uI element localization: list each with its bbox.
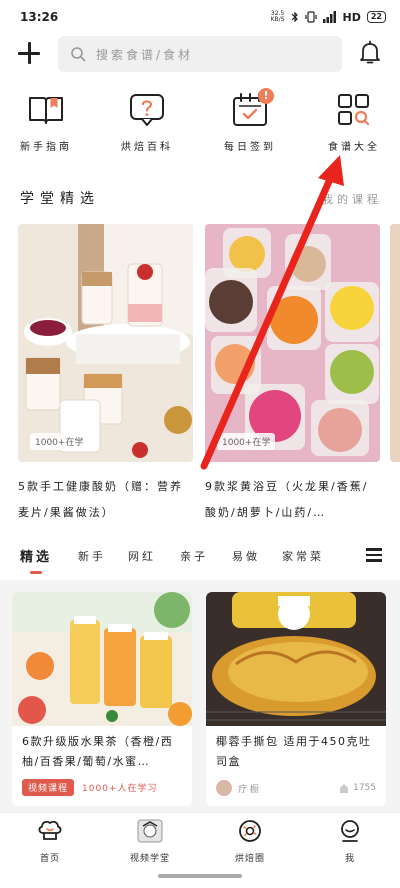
academy-card-image: 1000+在学	[205, 224, 380, 462]
tab-trending[interactable]: 网红	[128, 548, 156, 564]
bottom-nav: 首页 视频学堂 烘焙圈 我	[0, 812, 400, 868]
my-courses-link[interactable]: 我的课程	[322, 191, 382, 207]
grid-search-icon	[338, 94, 370, 126]
donut-icon	[239, 820, 261, 842]
top-bar: 搜索食谱/食材	[0, 34, 400, 74]
feed-card-meta: 视频课程 1000+人在学习	[22, 779, 182, 796]
video-course-tag: 视频课程	[22, 779, 75, 796]
active-tab-indicator	[30, 571, 42, 574]
feed-card-image	[12, 592, 192, 726]
nav-me[interactable]: 我	[310, 819, 390, 864]
nav-label: 我	[344, 854, 355, 864]
academy-card-chocolate[interactable]: 1000+在学 9款浆黄浴豆（火龙果/香蕉/酸奶/胡萝卜/山药/…	[205, 224, 380, 526]
status-bar: 13:26 32.5 KB/S HD 22	[0, 0, 400, 34]
home-indicator[interactable]	[158, 874, 242, 878]
quick-entry-beginner-guide[interactable]: 新手指南	[6, 90, 86, 153]
category-tabs: 精选 新手 网红 亲子 易做 家常菜	[0, 540, 400, 580]
academy-card-partial[interactable]	[390, 224, 400, 462]
status-icons: 32.5 KB/S HD 22	[271, 11, 386, 24]
quick-entry-baking-wiki[interactable]: 烘焙百科	[107, 90, 187, 153]
nav-home[interactable]: 首页	[10, 819, 90, 864]
nav-label: 首页	[39, 854, 60, 864]
bell-icon[interactable]	[358, 40, 382, 66]
search-placeholder: 搜索食谱/食材	[96, 47, 194, 62]
feed-card-title: 椰蓉手撕包 适用于450克吐司盒	[216, 735, 372, 768]
bluetooth-icon	[291, 11, 298, 23]
feed-card-coconut-bread[interactable]: 椰蓉手撕包 适用于450克吐司盒 疗 橱 1755	[206, 592, 386, 806]
add-button[interactable]	[16, 40, 42, 66]
quick-entry-label: 食谱大全	[328, 142, 380, 153]
academy-card-title: 5款手工健康酸奶（赠：营养麦片/果酱做法）	[18, 480, 183, 519]
search-icon	[71, 47, 86, 62]
signal-icon	[322, 11, 336, 23]
video-school-icon	[137, 819, 163, 843]
quick-entry-label: 每日签到	[224, 142, 276, 153]
chef-hat-icon	[38, 820, 62, 840]
cake-icon	[340, 784, 349, 793]
learners-tag: 1000+在学	[217, 433, 276, 450]
feed-card-title: 6款升级版水果茶（香橙/西柚/百香果/葡萄/水蜜…	[22, 735, 174, 768]
profile-icon	[341, 820, 359, 842]
nav-label: 视频学堂	[129, 854, 170, 864]
yogurt-photo	[18, 224, 193, 462]
nav-label: 烘焙圈	[234, 854, 265, 864]
tab-featured[interactable]: 精选	[20, 546, 52, 565]
author-name[interactable]: 疗 橱	[238, 782, 259, 795]
quick-entry-label: 烘焙百科	[121, 142, 173, 153]
coconut-bread-photo	[206, 592, 386, 726]
status-time: 13:26	[20, 10, 59, 24]
quick-entry-recipe-collection[interactable]: 食谱大全	[314, 90, 394, 153]
fruit-tea-photo	[12, 592, 192, 726]
tab-beginner[interactable]: 新手	[78, 548, 106, 564]
academy-card-title: 9款浆黄浴豆（火龙果/香蕉/酸奶/胡萝卜/山药/…	[205, 480, 369, 519]
tab-parent-child[interactable]: 亲子	[180, 548, 208, 564]
quick-entry-daily-checkin[interactable]: ! 每日签到	[210, 88, 290, 153]
book-icon	[29, 97, 63, 124]
likes-value: 1755	[353, 783, 376, 793]
likes-count: 1755	[338, 782, 376, 794]
avatar[interactable]	[216, 780, 232, 796]
learners-count: 1000+人在学习	[82, 784, 158, 794]
tab-home-cooking[interactable]: 家常菜	[282, 548, 324, 564]
learners-tag: 1000+在学	[30, 433, 89, 450]
chocolate-jars-photo	[205, 224, 380, 462]
checkin-badge: !	[258, 88, 274, 104]
nav-baking-circle[interactable]: 烘焙圈	[210, 819, 290, 864]
quick-entry-label: 新手指南	[20, 142, 72, 153]
academy-card-image: 1000+在学	[18, 224, 193, 462]
quick-entry-row: 新手指南 烘焙百科 ! 每日签到 食谱大全	[0, 88, 400, 160]
tab-easy[interactable]: 易做	[232, 548, 260, 564]
network-speed: 32.5 KB/S	[271, 11, 285, 23]
search-input[interactable]: 搜索食谱/食材	[58, 36, 342, 72]
question-bubble-icon	[130, 94, 164, 126]
nav-video-school[interactable]: 视频学堂	[110, 819, 190, 864]
feed-card-meta: 疗 橱 1755	[216, 780, 376, 796]
academy-section-title: 学堂精选	[20, 191, 100, 207]
academy-card-yogurt[interactable]: 1000+在学 5款手工健康酸奶（赠：营养麦片/果酱做法）	[18, 224, 193, 526]
feed-card-image	[206, 592, 386, 726]
feed-card-fruit-tea[interactable]: 6款升级版水果茶（香橙/西柚/百香果/葡萄/水蜜… 视频课程 1000+人在学习	[12, 592, 192, 806]
vibrate-icon	[304, 11, 317, 23]
battery-icon: 22	[366, 11, 386, 23]
network-speed-unit: KB/S	[270, 16, 285, 23]
tabs-menu-button[interactable]	[366, 548, 382, 562]
network-type: HD	[342, 10, 361, 24]
